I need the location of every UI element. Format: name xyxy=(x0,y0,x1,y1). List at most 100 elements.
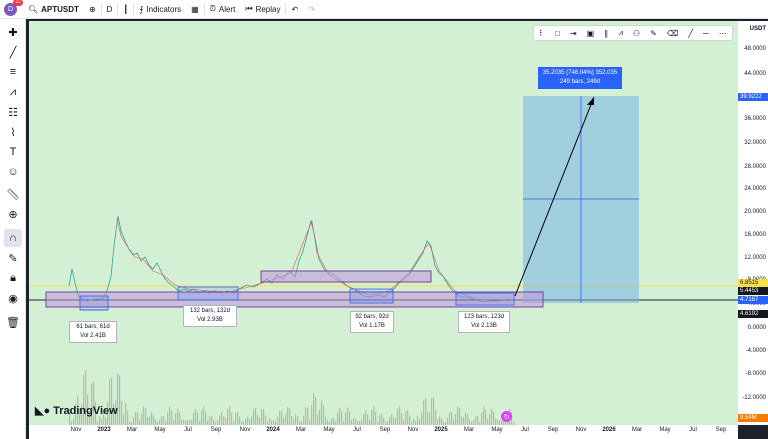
zoom-tool[interactable]: ⊕ xyxy=(4,205,22,223)
price-series xyxy=(68,215,515,303)
replay-icon: ⏮︎ xyxy=(245,4,253,13)
time-tick: Jul xyxy=(521,427,529,433)
fib-icon: ☷ xyxy=(8,106,18,119)
range-measure-3[interactable] xyxy=(349,288,394,304)
volume-bar xyxy=(239,416,241,425)
undo-button[interactable]: ↶ xyxy=(286,0,303,19)
projection-tool[interactable]: ⌇ xyxy=(4,123,22,141)
lock-tool[interactable]: 🔒︎ xyxy=(4,269,22,287)
time-axis[interactable]: Nov 2023 Mar May Jul Sep Nov 2024 Mar May Jul Sep No… xyxy=(29,425,738,439)
alert-button[interactable]: ⏰︎ Alert xyxy=(205,0,241,19)
compare-button[interactable]: ⊕ xyxy=(84,0,101,19)
volume-bar xyxy=(331,418,333,425)
volume-bar xyxy=(177,408,179,425)
volume-bar xyxy=(345,412,347,425)
indicators-button[interactable]: ⨍ Indicators xyxy=(134,0,186,19)
volume-bar xyxy=(219,415,221,425)
range-measure-4[interactable] xyxy=(455,292,515,306)
volume-bar xyxy=(375,411,377,425)
measure-label-2[interactable]: 132 bars, 132d Vol 2.93B xyxy=(183,305,237,327)
rectangle-icon[interactable]: □ xyxy=(555,29,560,38)
bolt-icon[interactable]: ↻ xyxy=(501,411,512,422)
ruler-icon: 📏︎ xyxy=(6,188,20,201)
volume-bar xyxy=(319,409,321,425)
volume-bar xyxy=(117,373,119,425)
volume-bar xyxy=(175,413,177,425)
emoji-tool[interactable]: ☺ xyxy=(4,163,22,181)
trend-line-tool[interactable]: ╱ xyxy=(4,43,22,61)
path-icon[interactable]: ⩘ xyxy=(618,28,623,38)
volume-bar xyxy=(281,410,283,425)
volume-bar xyxy=(439,416,441,425)
remove-tool[interactable]: 🗑︎ xyxy=(4,313,22,331)
symbol-search[interactable]: 🔍︎ APTUSDT xyxy=(23,0,84,19)
more-icon[interactable]: ⋯ xyxy=(719,29,727,38)
brush-icon[interactable]: ✎ xyxy=(650,29,657,38)
pattern-tool[interactable]: ⩘ xyxy=(4,83,22,101)
volume-bar xyxy=(465,412,467,425)
crosshair-tool[interactable]: ✚ xyxy=(4,23,22,41)
magnet-icon: ∩ xyxy=(9,232,17,244)
parallel-icon[interactable]: ∥ xyxy=(604,29,608,38)
channel-tool[interactable]: ≡ xyxy=(4,63,22,81)
projection-label[interactable]: 35.2035 (746.04%) 352,035 249 bars, 249d xyxy=(538,67,622,89)
text-tool[interactable]: T xyxy=(4,143,22,161)
currency-label[interactable]: USDT xyxy=(750,26,766,32)
volume-bar xyxy=(391,414,393,425)
volume-bar xyxy=(123,414,125,425)
volume-bar xyxy=(227,408,229,425)
interval-button[interactable]: D xyxy=(102,0,118,19)
price-axis[interactable]: USDT 48.000044.000040.000036.000032.0000… xyxy=(738,21,768,425)
keep-drawing-tool[interactable]: ✎ xyxy=(4,249,22,267)
chart-type-button[interactable]: ┃ xyxy=(118,0,133,19)
ray-icon[interactable]: ⇥ xyxy=(570,29,577,38)
drag-handle-icon[interactable]: ⠇ xyxy=(539,29,545,38)
consolidation-box-upper[interactable] xyxy=(260,270,432,283)
volume-bar xyxy=(169,406,171,425)
time-tick: May xyxy=(154,427,166,433)
volume-bar xyxy=(455,414,457,425)
volume-bar xyxy=(341,410,343,425)
volume-bar xyxy=(229,406,231,425)
volume-bar xyxy=(277,416,279,425)
people-icon[interactable]: ⚇ xyxy=(633,29,640,38)
magnet-tool[interactable]: ∩ xyxy=(4,229,22,247)
range-measure-2[interactable] xyxy=(177,286,239,301)
trend-line-icon: ╱ xyxy=(9,46,17,59)
templates-button[interactable]: ▦ xyxy=(186,0,204,19)
measure-label-1[interactable]: 61 bars, 61d Vol 2.41B xyxy=(69,321,117,343)
user-avatar[interactable]: D 32 xyxy=(4,0,23,16)
redo-button[interactable]: ↷ xyxy=(303,0,320,19)
hline-icon[interactable]: ─ xyxy=(703,29,709,38)
text-style-icon[interactable]: ▣ xyxy=(587,29,595,38)
volume-bar xyxy=(323,405,325,425)
time-tick: Nov xyxy=(407,427,419,433)
price-tick: 0.0000 xyxy=(747,325,766,331)
volume-bar xyxy=(221,412,223,425)
ruler-tool[interactable]: 📏︎ xyxy=(4,185,22,203)
time-tick: Jul xyxy=(353,427,361,433)
range-measure-1[interactable] xyxy=(79,295,109,311)
measure-label-4[interactable]: 123 bars, 123d Vol 2.13B xyxy=(458,311,510,333)
volume-bar xyxy=(261,409,263,425)
undo-icon: ↶ xyxy=(291,4,299,14)
line-icon[interactable]: ╱ xyxy=(688,29,693,38)
volume-bar xyxy=(105,417,107,425)
volume-bar xyxy=(179,412,181,425)
volume-bar xyxy=(253,408,255,425)
measure-label-3[interactable]: 92 bars, 92d Vol 1.17B xyxy=(350,311,394,333)
volume-bar xyxy=(283,418,285,425)
eraser-icon[interactable]: ⌫ xyxy=(667,29,678,38)
volume-bar xyxy=(121,401,123,425)
volume-bar xyxy=(467,414,469,425)
channel-icon: ≡ xyxy=(9,66,17,78)
time-tick: 2026 xyxy=(602,427,616,433)
price-tick: 28.0000 xyxy=(744,164,766,170)
fib-tool[interactable]: ☷ xyxy=(4,103,22,121)
volume-bar xyxy=(355,417,357,425)
chart-pane[interactable]: 61 bars, 61d Vol 2.41B 132 bars, 132d Vo… xyxy=(29,21,738,425)
volume-bar xyxy=(477,416,479,425)
volume-bar xyxy=(493,411,495,425)
hide-tool[interactable]: ◉ xyxy=(4,289,22,307)
replay-button[interactable]: ⏮︎ Replay xyxy=(240,0,285,19)
